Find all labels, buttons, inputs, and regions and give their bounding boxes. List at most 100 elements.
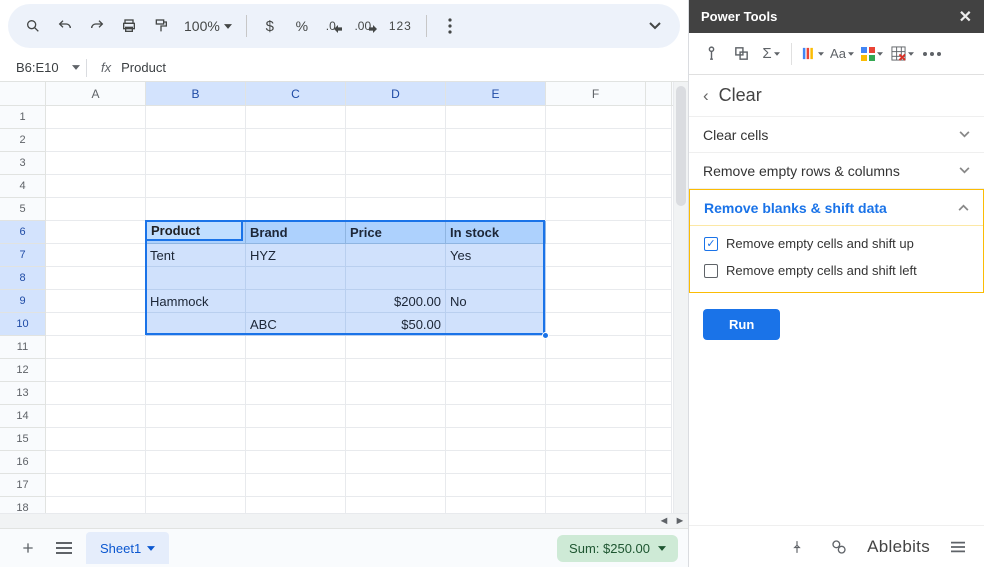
add-sheet-button[interactable]: [10, 533, 46, 563]
cell-E9[interactable]: No: [446, 290, 546, 313]
cell-F2[interactable]: [546, 129, 646, 152]
cell-F15[interactable]: [546, 428, 646, 451]
cell-F7[interactable]: [546, 244, 646, 267]
row-header-5[interactable]: 5: [0, 198, 46, 221]
cell-A6[interactable]: [46, 221, 146, 244]
cell-F12[interactable]: [546, 359, 646, 382]
cell-C4[interactable]: [246, 175, 346, 198]
text-tools-icon[interactable]: [798, 40, 826, 68]
cell-D2[interactable]: [346, 129, 446, 152]
row-header-3[interactable]: 3: [0, 152, 46, 175]
grid-tools-icon[interactable]: [858, 40, 886, 68]
cell-A9[interactable]: [46, 290, 146, 313]
section-remove-empty[interactable]: Remove empty rows & columns: [689, 153, 984, 189]
row-header-15[interactable]: 15: [0, 428, 46, 451]
pin-icon[interactable]: [783, 533, 811, 561]
cell-A13[interactable]: [46, 382, 146, 405]
cell-D6[interactable]: Price: [346, 221, 446, 244]
column-header-B[interactable]: B: [146, 82, 246, 105]
cell-E16[interactable]: [446, 451, 546, 474]
cell-C5[interactable]: [246, 198, 346, 221]
cell-D15[interactable]: [346, 428, 446, 451]
cell-E17[interactable]: [446, 474, 546, 497]
cell-F13[interactable]: [546, 382, 646, 405]
spreadsheet-grid[interactable]: ABCDEF 123456ProductBrandPriceIn stock7T…: [0, 82, 688, 528]
cell-A14[interactable]: [46, 405, 146, 428]
cell-C16[interactable]: [246, 451, 346, 474]
cell-B17[interactable]: [146, 474, 246, 497]
close-sidebar-button[interactable]: ✕: [959, 7, 972, 27]
option-shift-left[interactable]: Remove empty cells and shift left: [704, 263, 969, 278]
cell-D12[interactable]: [346, 359, 446, 382]
cell-E2[interactable]: [446, 129, 546, 152]
column-header-C[interactable]: C: [246, 82, 346, 105]
cell-C3[interactable]: [246, 152, 346, 175]
row-header-10[interactable]: 10: [0, 313, 46, 336]
increase-decimal-button[interactable]: .00: [351, 11, 381, 41]
cell-E1[interactable]: [446, 106, 546, 129]
cell-B6[interactable]: Product: [146, 221, 246, 244]
cell-C8[interactable]: [246, 267, 346, 290]
cell-B5[interactable]: [146, 198, 246, 221]
cell-D4[interactable]: [346, 175, 446, 198]
cell-B16[interactable]: [146, 451, 246, 474]
cell-A2[interactable]: [46, 129, 146, 152]
row-header-9[interactable]: 9: [0, 290, 46, 313]
cell-E12[interactable]: [446, 359, 546, 382]
cell-A8[interactable]: [46, 267, 146, 290]
cell-D17[interactable]: [346, 474, 446, 497]
cell-B10[interactable]: [146, 313, 246, 336]
dedupe-icon[interactable]: [727, 40, 755, 68]
cell-A10[interactable]: [46, 313, 146, 336]
run-button[interactable]: Run: [703, 309, 780, 340]
cell-B15[interactable]: [146, 428, 246, 451]
cell-D11[interactable]: [346, 336, 446, 359]
cell-E15[interactable]: [446, 428, 546, 451]
cell-F8[interactable]: [546, 267, 646, 290]
cell-D5[interactable]: [346, 198, 446, 221]
cell-F1[interactable]: [546, 106, 646, 129]
cell-E8[interactable]: [446, 267, 546, 290]
percent-format-button[interactable]: %: [287, 11, 317, 41]
cell-D1[interactable]: [346, 106, 446, 129]
cell-E13[interactable]: [446, 382, 546, 405]
row-header-17[interactable]: 17: [0, 474, 46, 497]
sheet-tab-active[interactable]: Sheet1: [86, 532, 169, 564]
cell-C2[interactable]: [246, 129, 346, 152]
cell-F11[interactable]: [546, 336, 646, 359]
more-formats-button[interactable]: 123: [383, 19, 418, 33]
case-tools-icon[interactable]: Aa: [828, 40, 856, 68]
cell-F9[interactable]: [546, 290, 646, 313]
formula-input[interactable]: Product: [121, 60, 680, 75]
row-header-13[interactable]: 13: [0, 382, 46, 405]
clear-tools-icon[interactable]: [888, 40, 916, 68]
cell-A12[interactable]: [46, 359, 146, 382]
cell-C14[interactable]: [246, 405, 346, 428]
quicksum-pill[interactable]: Sum: $250.00: [557, 535, 678, 562]
row-header-1[interactable]: 1: [0, 106, 46, 129]
row-header-12[interactable]: 12: [0, 359, 46, 382]
cell-D10[interactable]: $50.00: [346, 313, 446, 336]
cell-F4[interactable]: [546, 175, 646, 198]
cell-E5[interactable]: [446, 198, 546, 221]
currency-format-button[interactable]: $: [255, 11, 285, 41]
option-shift-up[interactable]: ✓ Remove empty cells and shift up: [704, 236, 969, 251]
cell-F10[interactable]: [546, 313, 646, 336]
cell-E11[interactable]: [446, 336, 546, 359]
footer-menu-icon[interactable]: [944, 533, 972, 561]
row-header-4[interactable]: 4: [0, 175, 46, 198]
collapse-toolbar-button[interactable]: [640, 11, 670, 41]
row-header-8[interactable]: 8: [0, 267, 46, 290]
cell-E6[interactable]: In stock: [446, 221, 546, 244]
cell-F3[interactable]: [546, 152, 646, 175]
row-header-16[interactable]: 16: [0, 451, 46, 474]
cell-E4[interactable]: [446, 175, 546, 198]
cell-D7[interactable]: [346, 244, 446, 267]
cell-A15[interactable]: [46, 428, 146, 451]
print-button[interactable]: [114, 11, 144, 41]
cell-A5[interactable]: [46, 198, 146, 221]
cell-B1[interactable]: [146, 106, 246, 129]
cell-A4[interactable]: [46, 175, 146, 198]
zoom-dropdown[interactable]: 100%: [178, 18, 238, 34]
row-header-6[interactable]: 6: [0, 221, 46, 244]
